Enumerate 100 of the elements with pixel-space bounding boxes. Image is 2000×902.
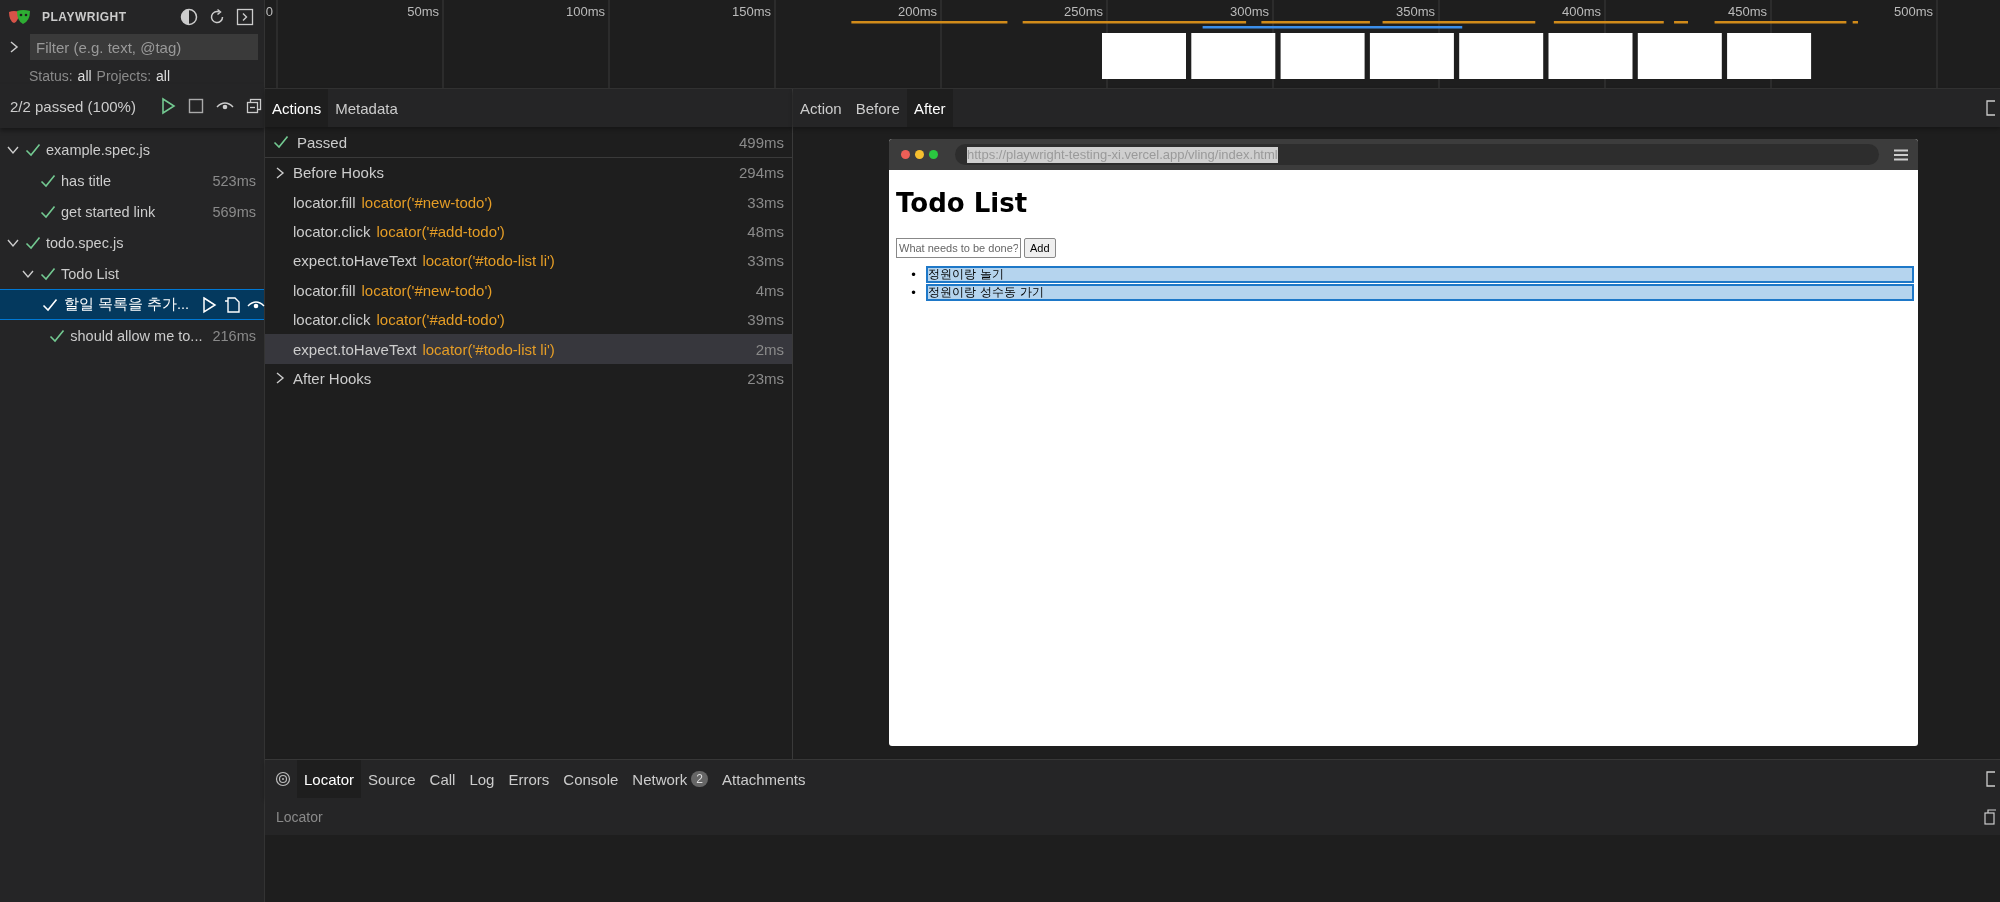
tick-label: 500ms — [1893, 4, 1933, 19]
thumbnail[interactable] — [1191, 33, 1276, 79]
tree-item-label: todo.spec.js — [46, 234, 124, 251]
document-icon[interactable] — [223, 295, 242, 314]
snapshot-tab[interactable]: Action — [793, 89, 849, 127]
bottom-tab[interactable]: Network 2 — [625, 760, 716, 798]
projects-label: Projects: — [96, 68, 152, 84]
action-name: After Hooks — [293, 369, 372, 387]
reload-icon[interactable] — [208, 8, 226, 26]
action-item[interactable]: expect.toHaveText locator('#todo-list li') 2ms — [265, 334, 792, 364]
app-title: PLAYWRIGHT — [42, 10, 127, 24]
action-name: Before Hooks — [293, 164, 384, 182]
duration-text: 33ms — [747, 252, 784, 270]
tick-label: 150ms — [731, 4, 771, 19]
target-icon[interactable] — [275, 771, 291, 787]
thumbnail[interactable] — [1369, 33, 1454, 79]
panel-tab[interactable]: Metadata — [328, 89, 405, 127]
filter-input[interactable]: Filter (e.g. text, @tag) — [30, 34, 258, 60]
test-tree-item[interactable]: should allow me to... 216ms — [0, 320, 264, 351]
section-label: Locator — [276, 808, 323, 825]
check-icon — [42, 297, 58, 312]
action-item[interactable]: locator.fill locator('#new-todo') 4ms — [265, 275, 792, 305]
thumbnail[interactable] — [1459, 33, 1544, 79]
copy-icon[interactable] — [1984, 808, 1996, 825]
action-item[interactable]: locator.fill locator('#new-todo') 33ms — [265, 187, 792, 217]
tick-label: 100ms — [565, 4, 605, 19]
test-tree-item[interactable]: example.spec.js — [0, 134, 264, 165]
action-item[interactable]: locator.click locator('#add-todo') 48ms — [265, 216, 792, 247]
menu-icon[interactable] — [1894, 148, 1908, 161]
duration-text: 216ms — [212, 327, 256, 344]
action-name: locator.click — [293, 222, 371, 240]
tick-label: 300ms — [1229, 4, 1269, 19]
duration-text: 23ms — [747, 369, 784, 387]
projects-value[interactable]: all — [156, 68, 171, 84]
collapse-all-icon[interactable] — [245, 98, 262, 114]
duration-text: 33ms — [747, 193, 784, 211]
test-tree-item[interactable]: todo.spec.js — [0, 227, 264, 258]
tick-label: 200ms — [897, 4, 937, 19]
test-tree-item[interactable]: has title 523ms — [0, 165, 264, 196]
terminal-icon[interactable] — [236, 8, 254, 26]
thumbnail[interactable] — [1548, 33, 1633, 79]
check-icon — [25, 235, 41, 250]
bottom-tab[interactable]: Source — [361, 760, 423, 798]
bottom-tab[interactable]: Errors — [501, 760, 557, 798]
thumbnail[interactable] — [1102, 33, 1186, 79]
action-item[interactable]: locator.click locator('#add-todo') 39ms — [265, 304, 792, 335]
action-item[interactable]: Before Hooks 294ms — [265, 158, 792, 188]
tick-label: 0 — [265, 4, 273, 19]
check-icon — [25, 142, 41, 157]
bottom-tab[interactable]: Locator — [297, 760, 362, 798]
masks-logo-icon — [8, 9, 32, 25]
test-tree-item[interactable]: get started link 569ms — [0, 196, 264, 227]
eye-icon[interactable] — [215, 100, 234, 112]
tree-item-label: should allow me to... — [70, 327, 203, 344]
duration-text: 39ms — [747, 311, 784, 329]
chevron-right-icon[interactable] — [8, 40, 20, 54]
minimize-dot-icon — [915, 150, 924, 159]
tick-label: 400ms — [1561, 4, 1601, 19]
tree-item-label: get started link — [61, 203, 156, 220]
check-icon — [40, 266, 56, 281]
selector-text: locator('#new-todo') — [361, 193, 493, 211]
action-item[interactable]: After Hooks 23ms — [265, 363, 792, 394]
tick-label: 250ms — [1063, 4, 1103, 19]
bottom-tab[interactable]: Call — [422, 760, 463, 798]
play-icon[interactable] — [201, 295, 218, 314]
duration-text: 294ms — [738, 164, 784, 182]
action-item[interactable]: expect.toHaveText locator('#todo-list li') 33ms — [265, 246, 792, 276]
panel-icon[interactable] — [1986, 771, 1996, 787]
contrast-icon[interactable] — [180, 8, 198, 26]
duration-text: 2ms — [755, 340, 784, 358]
snapshot-tab[interactable]: After — [906, 89, 953, 127]
duration-text: 569ms — [212, 203, 256, 220]
status-value[interactable]: all — [77, 68, 92, 84]
panel-tab[interactable]: Actions — [265, 89, 329, 127]
add-button[interactable]: Add — [1024, 238, 1056, 258]
bottom-tab[interactable]: Console — [556, 760, 626, 798]
todo-input[interactable]: What needs to be done? — [896, 238, 1021, 258]
eye-icon[interactable] — [247, 298, 266, 311]
close-dot-icon — [901, 150, 910, 159]
page-heading: Todo List — [896, 188, 1029, 218]
highlighted-todo-item: 정원이랑 성수동 가기 — [926, 284, 1914, 301]
action-name: expect.toHaveText — [293, 252, 417, 270]
snapshot-tab[interactable]: Before — [848, 89, 907, 127]
bottom-tab[interactable]: Attachments — [715, 760, 813, 798]
thumbnail[interactable] — [1727, 33, 1812, 79]
test-tree-item[interactable]: Todo List — [0, 258, 264, 289]
panel-icon[interactable] — [1986, 100, 1996, 116]
thumbnail[interactable] — [1637, 33, 1722, 79]
test-tree-item[interactable]: 할일 목록을 추가... — [0, 289, 264, 320]
duration-text: 48ms — [747, 222, 784, 240]
check-icon — [49, 328, 66, 343]
bottom-tab[interactable]: Log — [462, 760, 502, 798]
selector-text: locator('#todo-list li') — [422, 252, 555, 270]
action-bar[interactable] — [1852, 21, 1858, 24]
check-icon — [40, 204, 56, 219]
thumbnail[interactable] — [1280, 33, 1365, 79]
stop-icon[interactable] — [187, 98, 204, 114]
check-icon — [273, 135, 289, 149]
play-icon[interactable] — [159, 97, 176, 115]
tick-label: 50ms — [407, 4, 439, 19]
